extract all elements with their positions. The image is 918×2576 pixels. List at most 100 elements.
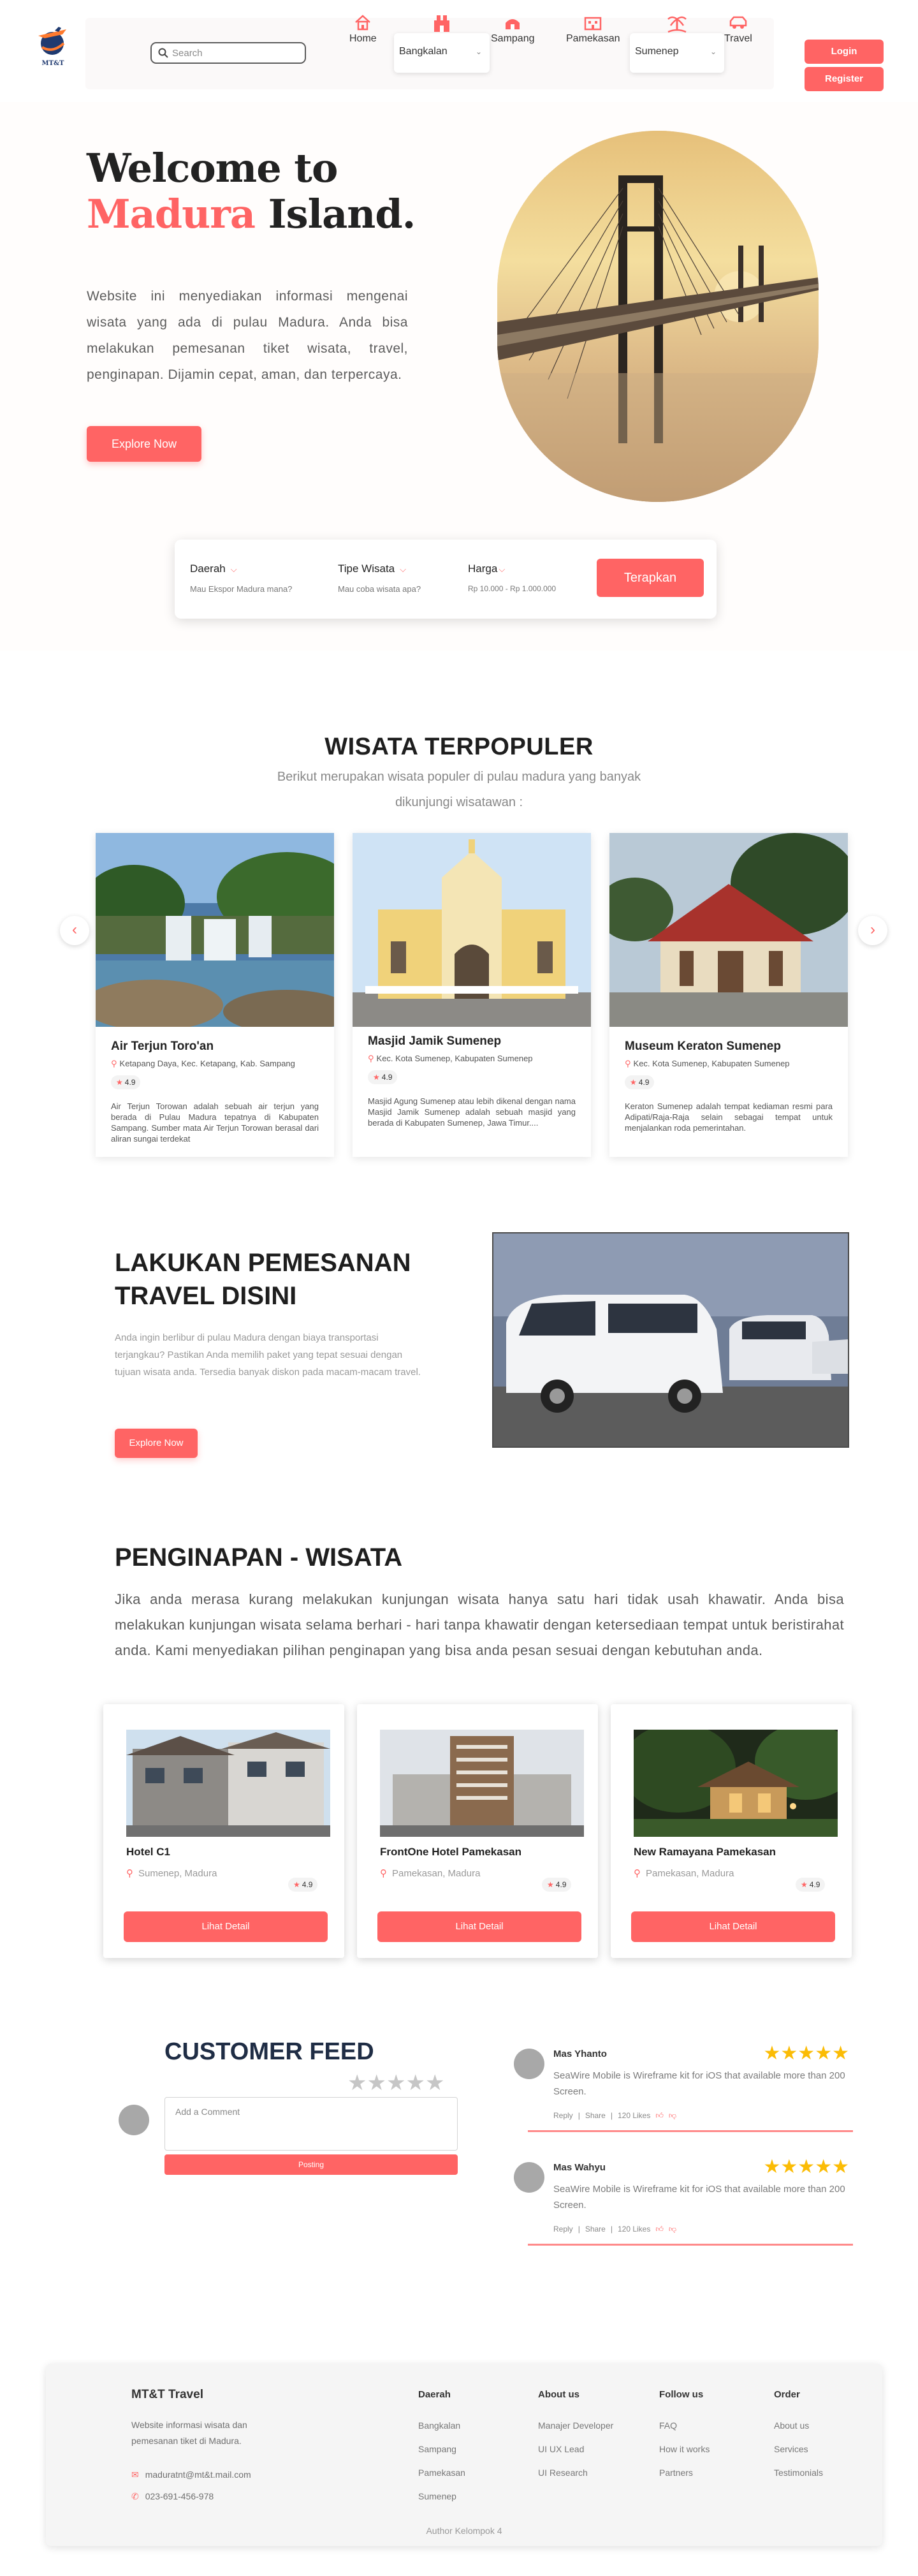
- filter-tipe-hint: Mau coba wisata apa?: [338, 584, 421, 594]
- star-icon[interactable]: ★: [425, 2071, 444, 2095]
- hotel-detail-button[interactable]: Lihat Detail: [377, 1911, 581, 1942]
- footer-link[interactable]: Partners: [659, 2461, 710, 2485]
- comment-box[interactable]: [164, 2097, 458, 2151]
- apply-filter-button[interactable]: Terapkan: [597, 559, 704, 597]
- rating-value: 4.9: [381, 1073, 393, 1082]
- share-link[interactable]: Share: [585, 2225, 606, 2234]
- location-text: Pamekasan, Madura: [392, 1868, 481, 1879]
- mosque-image: [353, 833, 591, 1027]
- filter-tipe-wisata[interactable]: Tipe Wisata ⌵ Mau coba wisata apa?: [338, 563, 421, 594]
- footer-link[interactable]: Manajer Developer: [538, 2414, 613, 2438]
- star-icon[interactable]: ★: [367, 2071, 386, 2095]
- star-icon: ★: [293, 1880, 300, 1889]
- filter-card: Daerah ⌵ Mau Ekspor Madura mana? Tipe Wis…: [175, 540, 717, 619]
- hotel-card[interactable]: Hotel C1 ⚲ Sumenep, Madura ★ 4.9 Lihat Det…: [103, 1704, 344, 1958]
- review-author: Mas Wahyu: [553, 2162, 606, 2173]
- hotel-detail-button[interactable]: Lihat Detail: [124, 1911, 328, 1942]
- footer-link[interactable]: How it works: [659, 2438, 710, 2461]
- star-icon[interactable]: ★: [386, 2071, 405, 2095]
- phone-icon: ✆: [131, 2491, 139, 2501]
- site-header: MT&T Home Bangkalan ⌄ Sampang: [0, 0, 918, 102]
- footer-link[interactable]: Testimonials: [774, 2461, 823, 2485]
- nav-bangkalan-dropdown[interactable]: Bangkalan ⌄: [394, 15, 490, 73]
- comment-input[interactable]: [165, 2098, 457, 2150]
- populer-title: WISATA TERPOPULER: [324, 733, 594, 760]
- footer-email[interactable]: ✉ maduratnt@mt&t.mail.com: [131, 2469, 251, 2480]
- populer-subtitle: Berikut merupakan wisata populer di pula…: [277, 770, 641, 809]
- filter-harga-hint: Rp 10.000 - Rp 1.000.000: [468, 584, 557, 593]
- hero-description: Website ini menyediakan informasi mengen…: [87, 289, 408, 382]
- thumbs-down-icon[interactable]: 👎︎: [669, 2225, 676, 2234]
- hotel-image: [634, 1730, 838, 1837]
- penginapan-title: PENGINAPAN - WISATA: [115, 1543, 403, 1571]
- star-icon: ★: [630, 1078, 637, 1087]
- post-comment-button[interactable]: Posting: [164, 2154, 458, 2175]
- register-button[interactable]: Register: [805, 67, 884, 91]
- hotel-detail-button[interactable]: Lihat Detail: [631, 1911, 835, 1942]
- likes-count: 120 Likes: [617, 2111, 651, 2120]
- filter-daerah[interactable]: Daerah ⌵ Mau Ekspor Madura mana?: [190, 563, 292, 594]
- footer-link[interactable]: UI UX Lead: [538, 2438, 613, 2461]
- user-rating-stars[interactable]: ★★★★★: [347, 2070, 444, 2096]
- footer-link[interactable]: Services: [774, 2438, 823, 2461]
- populer-card[interactable]: Masjid Jamik Sumenep ⚲ Kec. Kota Sumenep,…: [353, 833, 591, 1157]
- nav-sumenep-dropdown[interactable]: Sumenep ⌄: [630, 16, 724, 73]
- populer-card[interactable]: Museum Keraton Sumenep ⚲ Kec. Kota Sumene…: [609, 833, 848, 1157]
- footer-link[interactable]: About us: [774, 2414, 823, 2438]
- chevron-down-icon: ⌵: [499, 564, 506, 574]
- search-box[interactable]: [150, 42, 306, 64]
- search-input[interactable]: [172, 46, 300, 60]
- bangkalan-landmark-icon: [434, 15, 449, 32]
- footer-link[interactable]: Pamekasan: [418, 2461, 465, 2485]
- review-text: SeaWire Mobile is Wireframe kit for iOS …: [553, 2184, 845, 2211]
- carousel-next-button[interactable]: ›: [858, 916, 887, 945]
- hero-title: Welcome to Madura Island.: [87, 145, 416, 237]
- hero-explore-button[interactable]: Explore Now: [87, 426, 201, 462]
- login-button[interactable]: Login: [805, 40, 884, 64]
- star-icon[interactable]: ★: [405, 2071, 425, 2095]
- nav-travel[interactable]: Travel: [724, 14, 752, 45]
- filter-harga[interactable]: Harga ⌵ Rp 10.000 - Rp 1.000.000: [468, 563, 556, 593]
- nav-home[interactable]: Home: [349, 14, 377, 45]
- review-text: SeaWire Mobile is Wireframe kit for iOS …: [553, 2070, 845, 2097]
- logo-text: MT&T: [41, 60, 64, 67]
- populer-card[interactable]: Air Terjun Toro'an ⚲ Ketapang Daya, Kec. …: [96, 833, 334, 1157]
- avatar: [514, 2049, 544, 2079]
- footer-phone[interactable]: ✆ 023-691-456-978: [131, 2491, 214, 2502]
- footer-description: Website informasi wisata dan pemesanan t…: [131, 2420, 247, 2446]
- chevron-down-icon: ⌵: [400, 564, 406, 574]
- hotel-card[interactable]: FrontOne Hotel Pamekasan ⚲ Pamekasan, Mad…: [357, 1704, 598, 1958]
- review-stars: ★★★★★: [763, 2156, 849, 2177]
- rating-value: 4.9: [809, 1880, 820, 1889]
- thumbs-up-icon[interactable]: 👍︎: [655, 2225, 664, 2234]
- review-meta: Reply | Share | 120 Likes 👍︎ 👎︎: [553, 2225, 677, 2234]
- chevron-down-icon: ⌄: [710, 47, 717, 56]
- populer-card-location: ⚲ Ketapang Daya, Kec. Ketapang, Kab. Samp…: [111, 1059, 295, 1069]
- footer-link[interactable]: Sampang: [418, 2438, 465, 2461]
- footer-link[interactable]: Sumenep: [418, 2485, 465, 2508]
- star-icon[interactable]: ★: [347, 2071, 367, 2095]
- penginapan-description: Jika anda merasa kurang melakukan kunjun…: [115, 1591, 844, 1658]
- location-pin-icon: ⚲: [126, 1868, 133, 1879]
- thumbs-up-icon[interactable]: 👍︎: [655, 2111, 664, 2120]
- travel-explore-button[interactable]: Explore Now: [115, 1429, 198, 1458]
- carousel-prev-button[interactable]: ‹: [60, 916, 89, 945]
- share-link[interactable]: Share: [585, 2111, 606, 2120]
- footer-col-about: About us Manajer Developer UI UX Lead UI…: [538, 2389, 613, 2485]
- brand-logo[interactable]: MT&T: [33, 24, 73, 69]
- hotel-card[interactable]: New Ramayana Pamekasan ⚲ Pamekasan, Madur…: [611, 1704, 852, 1958]
- thumbs-down-icon[interactable]: 👎︎: [669, 2111, 676, 2120]
- nav-pamekasan[interactable]: Pamekasan: [566, 14, 620, 45]
- pamekasan-building-icon: [585, 17, 602, 31]
- hotel-location: ⚲ Sumenep, Madura: [126, 1867, 217, 1879]
- reply-link[interactable]: Reply: [553, 2111, 573, 2120]
- nav-sumenep-label: Sumenep: [635, 46, 679, 57]
- nav-sampang[interactable]: Sampang: [491, 14, 535, 45]
- populer-card-name: Masjid Jamik Sumenep: [368, 1034, 502, 1048]
- footer-col-heading: Follow us: [659, 2389, 704, 2400]
- footer-link[interactable]: Bangkalan: [418, 2414, 465, 2438]
- footer-link[interactable]: UI Research: [538, 2461, 613, 2485]
- footer-link[interactable]: FAQ: [659, 2414, 710, 2438]
- footer-author: Author Kelompok 4: [426, 2526, 502, 2536]
- reply-link[interactable]: Reply: [553, 2225, 573, 2234]
